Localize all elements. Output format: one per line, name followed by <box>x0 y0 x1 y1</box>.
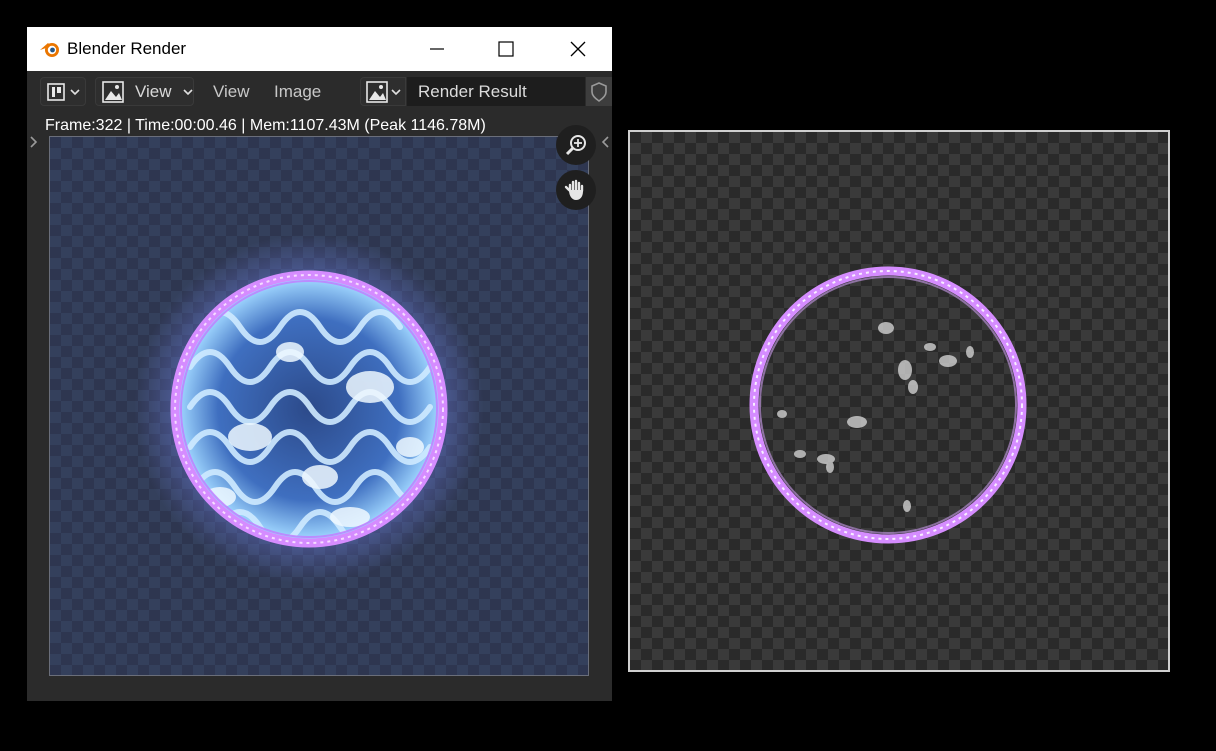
chevron-down-icon <box>69 87 81 97</box>
chevron-down-icon <box>390 87 402 97</box>
render-result-canvas[interactable] <box>49 136 589 676</box>
view-mode-label: View <box>135 81 172 101</box>
minimize-button[interactable] <box>403 27 471 71</box>
editor-type-button[interactable] <box>40 77 86 106</box>
shield-icon <box>590 81 608 102</box>
image-editor-header: View View Image Render Result <box>27 71 612 118</box>
view-mode-dropdown[interactable]: View <box>95 77 194 106</box>
image-icon <box>366 80 388 103</box>
menu-view[interactable]: View <box>213 77 250 106</box>
hand-icon <box>564 178 588 202</box>
portal-render-image <box>134 234 484 584</box>
zoom-button[interactable] <box>556 125 596 165</box>
maximize-icon <box>498 41 514 57</box>
close-icon <box>570 41 586 57</box>
render-stats: Frame:322 | Time:00:00.46 | Mem:1107.43M… <box>45 117 486 134</box>
close-button[interactable] <box>544 27 612 71</box>
blender-logo-icon <box>38 39 62 59</box>
minimize-icon <box>429 41 445 57</box>
image-name-field[interactable]: Render Result <box>407 77 585 106</box>
pan-button[interactable] <box>556 170 596 210</box>
maximize-button[interactable] <box>472 27 540 71</box>
window-title: Blender Render <box>67 39 187 58</box>
image-icon <box>102 80 124 103</box>
title-bar[interactable]: Blender Render <box>27 27 612 71</box>
sidebar-expand-icon[interactable] <box>601 135 611 149</box>
portal-alpha-image <box>749 266 1027 544</box>
zoom-icon <box>564 133 588 157</box>
image-editor-icon <box>47 82 67 101</box>
menu-image[interactable]: Image <box>274 77 321 106</box>
alpha-preview-image <box>628 130 1170 672</box>
blender-render-window: Blender Render View View Image Render Re… <box>27 27 612 701</box>
fake-user-button[interactable] <box>586 77 612 106</box>
toolbar-expand-icon[interactable] <box>28 135 38 149</box>
chevron-down-icon <box>182 87 194 97</box>
browse-image-button[interactable] <box>360 77 406 106</box>
